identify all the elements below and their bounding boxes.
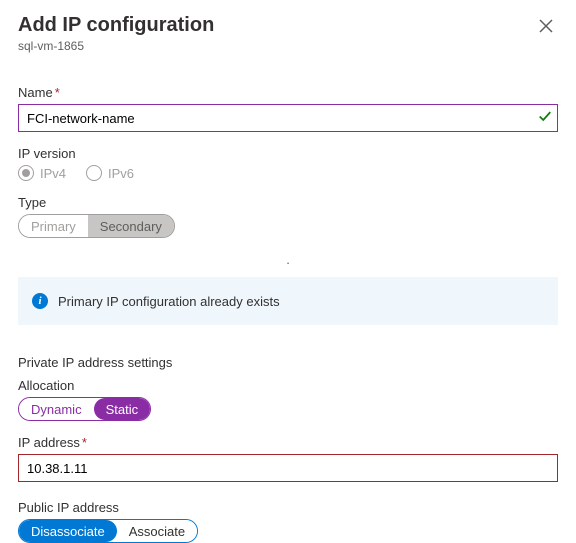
type-label: Type (18, 195, 558, 210)
radio-ipv4-label: IPv4 (40, 166, 66, 181)
separator-dot: . (18, 252, 558, 267)
public-ip-label: Public IP address (18, 500, 558, 515)
radio-circle-icon (18, 165, 34, 181)
radio-ipv4[interactable]: IPv4 (18, 165, 66, 181)
ip-address-input[interactable] (18, 454, 558, 482)
ip-version-label: IP version (18, 146, 558, 161)
public-ip-option-disassociate[interactable]: Disassociate (19, 520, 117, 542)
name-label: Name* (18, 85, 558, 100)
ip-version-field: IP version IPv4 IPv6 (18, 146, 558, 181)
info-message: Primary IP configuration already exists (58, 294, 280, 309)
ip-address-field: IP address* (18, 435, 558, 482)
ip-address-label-text: IP address (18, 435, 80, 450)
type-option-primary[interactable]: Primary (19, 215, 88, 237)
info-bar: i Primary IP configuration already exist… (18, 277, 558, 325)
allocation-label: Allocation (18, 378, 558, 393)
allocation-option-dynamic[interactable]: Dynamic (19, 398, 94, 420)
allocation-option-static[interactable]: Static (94, 398, 151, 420)
ip-address-label: IP address* (18, 435, 558, 450)
name-label-text: Name (18, 85, 53, 100)
panel-header: Add IP configuration sql-vm-1865 (18, 14, 558, 53)
close-icon[interactable] (534, 14, 558, 41)
info-icon: i (32, 293, 48, 309)
check-icon (538, 110, 552, 127)
name-field: Name* (18, 85, 558, 132)
panel-title: Add IP configuration (18, 14, 214, 37)
radio-ipv6[interactable]: IPv6 (86, 165, 134, 181)
private-ip-heading: Private IP address settings (18, 355, 558, 370)
allocation-field: Allocation Dynamic Static (18, 378, 558, 421)
allocation-toggle: Dynamic Static (18, 397, 151, 421)
ip-version-radio-group: IPv4 IPv6 (18, 165, 558, 181)
type-toggle: Primary Secondary (18, 214, 175, 238)
panel-subtitle: sql-vm-1865 (18, 39, 214, 53)
name-input-wrap (18, 104, 558, 132)
radio-ipv6-label: IPv6 (108, 166, 134, 181)
type-option-secondary[interactable]: Secondary (88, 215, 174, 237)
radio-circle-icon (86, 165, 102, 181)
required-mark: * (82, 435, 87, 450)
name-input[interactable] (18, 104, 558, 132)
title-block: Add IP configuration sql-vm-1865 (18, 14, 214, 53)
required-mark: * (55, 85, 60, 100)
public-ip-toggle: Disassociate Associate (18, 519, 198, 543)
type-field: Type Primary Secondary (18, 195, 558, 238)
public-ip-option-associate[interactable]: Associate (117, 520, 197, 542)
